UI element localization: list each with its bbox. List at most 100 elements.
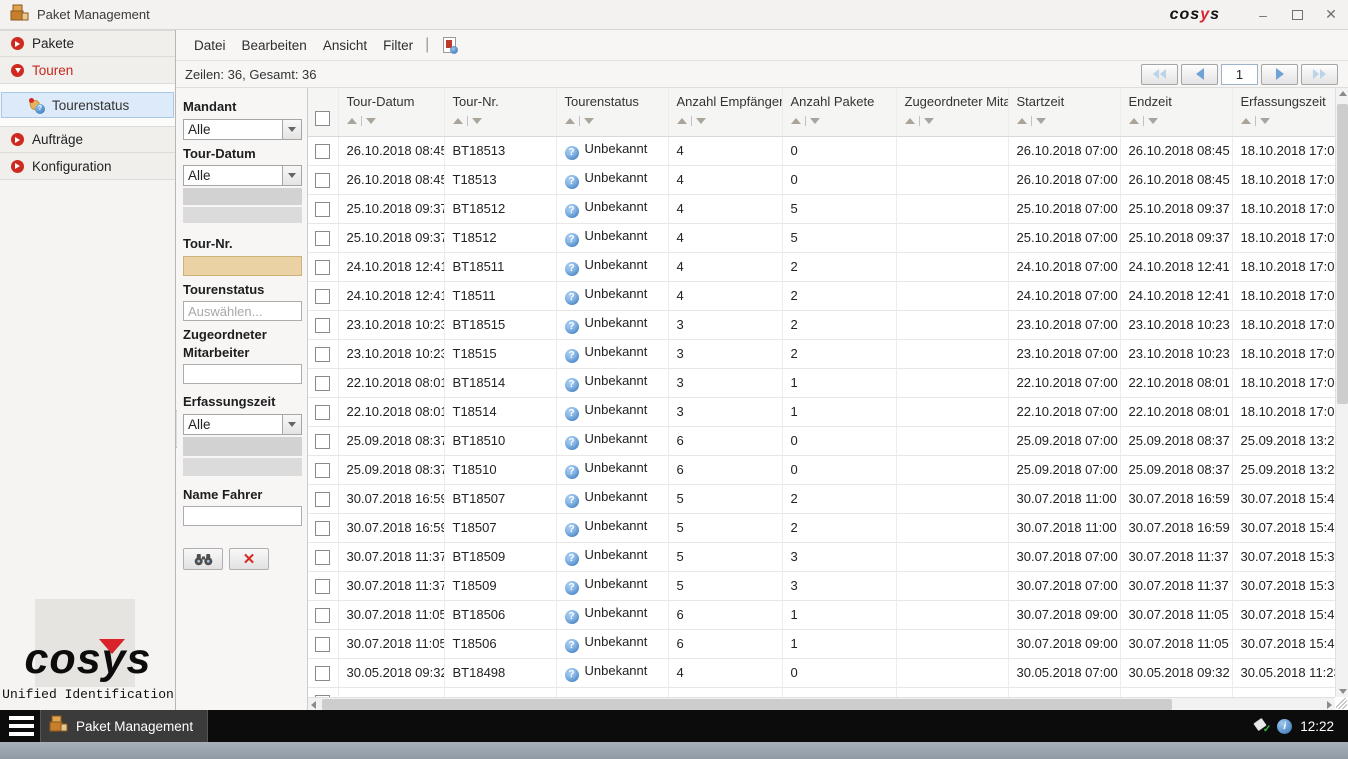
row-checkbox[interactable] xyxy=(315,434,330,449)
sort-asc-icon[interactable] xyxy=(1241,118,1251,124)
table-row[interactable]: 30.05.2018 09:32 BT18498 ?Unbekannt 4 0 … xyxy=(308,658,1335,687)
table-row[interactable]: 25.10.2018 09:37 T18512 ?Unbekannt 4 5 2… xyxy=(308,223,1335,252)
table-row[interactable]: 30.07.2018 16:59 T18507 ?Unbekannt 5 2 3… xyxy=(308,513,1335,542)
row-checkbox[interactable] xyxy=(315,579,330,594)
col-endzeit[interactable]: Endzeit xyxy=(1120,88,1232,136)
col-startzeit[interactable]: Startzeit xyxy=(1008,88,1120,136)
menu-bearbeiten[interactable]: Bearbeiten xyxy=(234,34,315,57)
sort-desc-icon[interactable] xyxy=(1260,118,1270,124)
sort-asc-icon[interactable] xyxy=(791,118,801,124)
menu-filter[interactable]: Filter xyxy=(375,34,421,57)
previous-page-button[interactable] xyxy=(1181,64,1218,85)
sort-asc-icon[interactable] xyxy=(677,118,687,124)
usb-device-icon[interactable]: ✓ xyxy=(1253,719,1269,733)
sidebar-item-tourenstatus[interactable]: ? Tourenstatus xyxy=(1,92,174,118)
sort-desc-icon[interactable] xyxy=(1036,118,1046,124)
chevron-down-icon[interactable] xyxy=(282,120,301,139)
table-row[interactable]: 25.09.2018 08:37 T18510 ?Unbekannt 6 0 2… xyxy=(308,455,1335,484)
close-button[interactable]: ✕ xyxy=(1314,2,1348,28)
chevron-down-icon[interactable] xyxy=(282,415,301,434)
table-row[interactable]: 30.07.2018 11:05 BT18506 ?Unbekannt 6 1 … xyxy=(308,600,1335,629)
minimize-button[interactable]: – xyxy=(1246,2,1280,28)
sidebar-item-touren[interactable]: Touren xyxy=(0,57,175,84)
table-row[interactable]: 25.09.2018 08:37 BT18510 ?Unbekannt 6 0 … xyxy=(308,426,1335,455)
col-anzahl-pakete[interactable]: Anzahl Pakete xyxy=(782,88,896,136)
panel-collapse-handle[interactable] xyxy=(176,410,177,448)
horizontal-scroll-thumb[interactable] xyxy=(322,699,1172,710)
sort-desc-icon[interactable] xyxy=(366,118,376,124)
row-checkbox[interactable] xyxy=(315,608,330,623)
zugeordneter-mitarbeiter-input[interactable] xyxy=(183,364,302,384)
sort-desc-icon[interactable] xyxy=(472,118,482,124)
table-row[interactable]: 30.07.2018 11:05 T18506 ?Unbekannt 6 1 3… xyxy=(308,629,1335,658)
export-pdf-icon[interactable] xyxy=(443,37,456,53)
sort-asc-icon[interactable] xyxy=(565,118,575,124)
sort-asc-icon[interactable] xyxy=(1129,118,1139,124)
vertical-scroll-thumb[interactable] xyxy=(1337,104,1348,404)
mandant-select[interactable]: Alle xyxy=(183,119,302,140)
row-checkbox[interactable] xyxy=(315,637,330,652)
next-page-button[interactable] xyxy=(1261,64,1298,85)
row-checkbox[interactable] xyxy=(315,318,330,333)
horizontal-scrollbar[interactable] xyxy=(308,697,1335,710)
table-row[interactable]: 24.10.2018 12:41 T18511 ?Unbekannt 4 2 2… xyxy=(308,281,1335,310)
row-checkbox[interactable] xyxy=(315,550,330,565)
row-checkbox[interactable] xyxy=(315,521,330,536)
sort-asc-icon[interactable] xyxy=(905,118,915,124)
row-checkbox[interactable] xyxy=(315,144,330,159)
row-checkbox[interactable] xyxy=(315,289,330,304)
table-row[interactable]: 22.10.2018 08:01 T18514 ?Unbekannt 3 1 2… xyxy=(308,397,1335,426)
menu-ansicht[interactable]: Ansicht xyxy=(315,34,375,57)
row-checkbox[interactable] xyxy=(315,492,330,507)
sidebar-item-auftraege[interactable]: Aufträge xyxy=(0,126,175,153)
col-tourenstatus[interactable]: Tourenstatus xyxy=(556,88,668,136)
row-checkbox[interactable] xyxy=(315,173,330,188)
sidebar-item-konfiguration[interactable]: Konfiguration xyxy=(0,153,175,180)
row-checkbox[interactable] xyxy=(315,347,330,362)
select-all-checkbox[interactable] xyxy=(315,111,330,126)
scroll-right-icon[interactable] xyxy=(1327,701,1332,709)
sidebar-item-pakete[interactable]: Pakete xyxy=(0,30,175,57)
table-row[interactable]: 26.10.2018 08:45 T18513 ?Unbekannt 4 0 2… xyxy=(308,165,1335,194)
sort-desc-icon[interactable] xyxy=(584,118,594,124)
row-checkbox[interactable] xyxy=(315,463,330,478)
table-row[interactable]: 25.10.2018 09:37 BT18512 ?Unbekannt 4 5 … xyxy=(308,194,1335,223)
tour-datum-select[interactable]: Alle xyxy=(183,165,302,186)
row-checkbox[interactable] xyxy=(315,260,330,275)
name-fahrer-input[interactable] xyxy=(183,506,302,526)
col-tour-nr[interactable]: Tour-Nr. xyxy=(444,88,556,136)
resize-grip[interactable] xyxy=(1336,698,1347,709)
col-zugeordneter-mitarbeiter[interactable]: Zugeordneter Mitarbeiter xyxy=(896,88,1008,136)
sort-desc-icon[interactable] xyxy=(810,118,820,124)
sort-asc-icon[interactable] xyxy=(347,118,357,124)
page-number-box[interactable]: 1 xyxy=(1221,64,1258,85)
table-row[interactable]: 24.10.2018 12:41 BT18511 ?Unbekannt 4 2 … xyxy=(308,252,1335,281)
maximize-button[interactable] xyxy=(1280,2,1314,28)
table-row[interactable]: 23.10.2018 10:23 BT18515 ?Unbekannt 3 2 … xyxy=(308,310,1335,339)
col-anzahl-empfaenger[interactable]: Anzahl Empfänger xyxy=(668,88,782,136)
sort-asc-icon[interactable] xyxy=(453,118,463,124)
taskbar-app-button[interactable]: Paket Management xyxy=(40,710,208,742)
sort-desc-icon[interactable] xyxy=(1148,118,1158,124)
row-checkbox[interactable] xyxy=(315,405,330,420)
table-row[interactable]: 23.10.2018 10:23 T18515 ?Unbekannt 3 2 2… xyxy=(308,339,1335,368)
sort-desc-icon[interactable] xyxy=(924,118,934,124)
last-page-button[interactable] xyxy=(1301,64,1338,85)
clear-filter-button[interactable]: ✕ xyxy=(229,548,269,570)
chevron-down-icon[interactable] xyxy=(282,166,301,185)
menu-datei[interactable]: Datei xyxy=(186,34,234,57)
first-page-button[interactable] xyxy=(1141,64,1178,85)
col-tour-datum[interactable]: Tour-Datum xyxy=(338,88,444,136)
sort-asc-icon[interactable] xyxy=(1017,118,1027,124)
table-row[interactable]: 26.10.2018 08:45 BT18513 ?Unbekannt 4 0 … xyxy=(308,136,1335,165)
scroll-up-icon[interactable] xyxy=(1339,91,1347,96)
row-checkbox[interactable] xyxy=(315,202,330,217)
row-checkbox[interactable] xyxy=(315,376,330,391)
col-erfassungszeit[interactable]: Erfassungszeit xyxy=(1232,88,1335,136)
row-checkbox[interactable] xyxy=(315,666,330,681)
sort-desc-icon[interactable] xyxy=(696,118,706,124)
tourenstatus-input[interactable] xyxy=(183,301,302,321)
table-row[interactable]: 22.10.2018 08:01 BT18514 ?Unbekannt 3 1 … xyxy=(308,368,1335,397)
info-tray-icon[interactable]: i xyxy=(1277,719,1292,734)
erfassungszeit-select[interactable]: Alle xyxy=(183,414,302,435)
